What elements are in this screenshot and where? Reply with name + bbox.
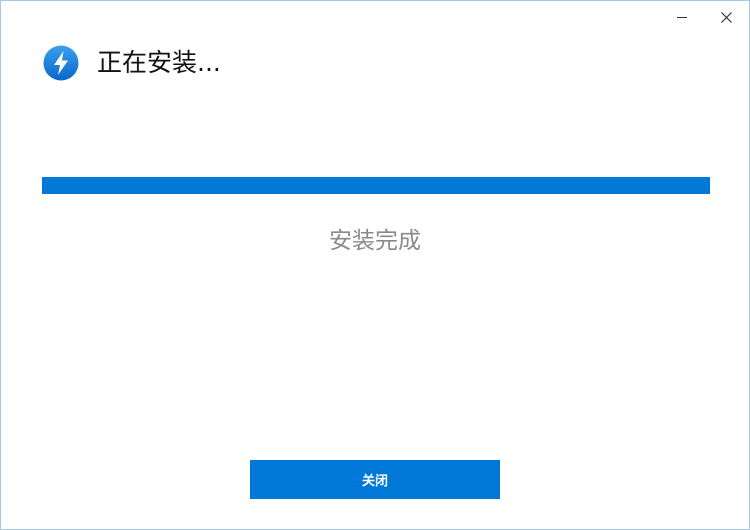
progress-fill [42, 177, 710, 194]
install-progress-bar [42, 177, 710, 194]
close-icon [720, 11, 732, 23]
installer-window: 正在安装... 安装完成 关闭 [0, 0, 750, 530]
minimize-icon [677, 16, 687, 18]
minimize-button[interactable] [669, 6, 695, 28]
status-text: 安装完成 [329, 228, 421, 254]
lightning-bolt-icon [43, 45, 79, 81]
page-title: 正在安装... [97, 48, 221, 77]
window-close-button[interactable] [713, 6, 739, 28]
close-button[interactable]: 关闭 [250, 460, 500, 499]
